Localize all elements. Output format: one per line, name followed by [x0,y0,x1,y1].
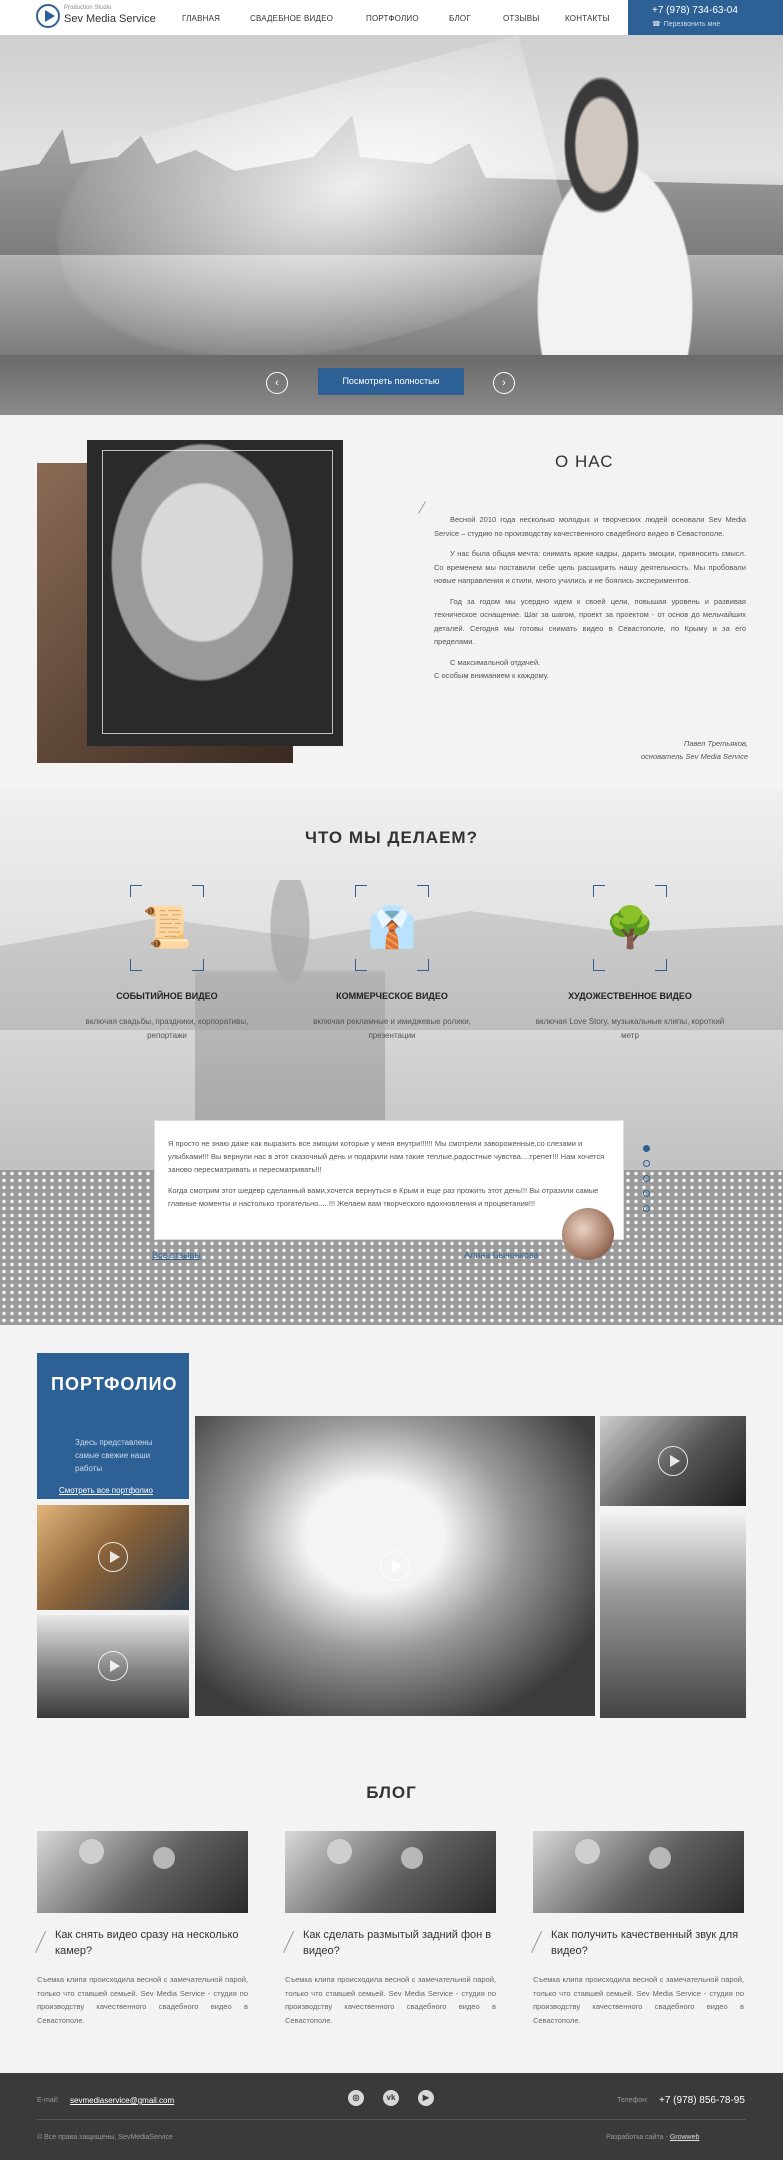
services-section: ЧТО МЫ ДЕЛАЕМ? 📜 СОБЫТИЙНОЕ ВИДЕО включа… [0,790,783,1325]
service-description: включая Love Story, музыкальные клипы, к… [535,1017,725,1040]
nav-blog[interactable]: БЛОГ [449,14,471,23]
review-paragraph: Я просто не знаю даже как выразить все э… [168,1139,605,1174]
about-paragraph: Год за годом мы усердно идем к своей цел… [434,596,746,647]
blog-post-title[interactable]: Как получить качественный звук для видео… [533,1927,744,1959]
review-dot[interactable] [643,1175,650,1182]
copyright: © Все права защищены, SevMediaService [37,2134,173,2141]
portfolio-image[interactable] [600,1511,746,1718]
about-signature: Павел Третьяков, основатель Sev Media Se… [560,737,748,763]
phone-label: Телефон: [617,2097,648,2104]
blog-post[interactable]: Как снять видео сразу на несколько камер… [37,1831,248,2027]
portfolio-video[interactable] [600,1416,746,1506]
watch-full-button[interactable]: Посмотреть полностью [318,368,464,395]
service-event-video: 📜 СОБЫТИЙНОЕ ВИДЕО включая свадьбы, праз… [67,885,267,1043]
services-title: ЧТО МЫ ДЕЛАЕМ? [305,828,478,847]
service-art-video: 🌳 ХУДОЖЕСТВЕННОЕ ВИДЕО включая Love Stor… [530,885,730,1043]
play-icon[interactable] [380,1551,410,1581]
play-icon[interactable] [98,1651,128,1681]
review-text: Я просто не знаю даже как выразить все э… [168,1137,608,1218]
portfolio-section: ПОРТФОЛИО Здесь представлены самые свежи… [0,1325,783,1753]
blog-post[interactable]: Как сделать размытый задний фон в видео?… [285,1831,496,2027]
review-avatar [562,1208,614,1260]
blog-post-excerpt: Съемка клипа происходила весной с замеча… [285,1975,496,2025]
about-photo [87,440,343,746]
header-phone[interactable]: +7 (978) 734-63-04 [652,5,738,16]
nav-wedding-video[interactable]: СВАДЕБНОЕ ВИДЕО [250,14,333,23]
all-reviews-link[interactable]: Все отзывы [152,1250,201,1260]
service-description: включая свадьбы, праздники, корпоративы,… [85,1017,249,1040]
blog-post-title[interactable]: Как сделать размытый задний фон в видео? [285,1927,496,1959]
nav-home[interactable]: ГЛАВНАЯ [182,14,220,23]
service-title: ХУДОЖЕСТВЕННОЕ ВИДЕО [568,991,692,1001]
review-author: Алина Быченкова [464,1250,539,1260]
review-dot[interactable] [643,1160,650,1167]
nav-contacts[interactable]: КОНТАКТЫ [565,14,610,23]
blog-post[interactable]: Как получить качественный звук для видео… [533,1831,744,2027]
footer-email[interactable]: sevmediaservice@gmail.com [70,2096,174,2105]
service-description: включая рекламные и имиджевые ролики, пр… [313,1017,471,1040]
service-title: СОБЫТИЙНОЕ ВИДЕО [116,991,218,1001]
portfolio-video[interactable] [37,1505,189,1610]
vk-icon[interactable]: vk [383,2090,399,2106]
tie-icon: 👔 [355,885,429,971]
email-label: E-mail: [37,2097,59,2104]
service-title: КОММЕРЧЕСКОЕ ВИДЕО [336,991,448,1001]
quote-dash [418,501,426,514]
blog-post-image[interactable] [285,1831,496,1913]
portfolio-video[interactable] [195,1416,595,1716]
about-section: О НАС Весной 2010 года несколько молодых… [0,415,783,790]
about-paragraph: Весной 2010 года несколько молодых и тво… [434,515,746,538]
logo-tagline: Production Studio [64,5,112,11]
blog-post-excerpt: Съемка клипа происходила весной с замеча… [37,1975,248,2025]
scroll-icon: 📜 [130,885,204,971]
nav-reviews[interactable]: ОТЗЫВЫ [503,14,540,23]
site-header: Production Studio Sev Media Service ГЛАВ… [0,0,783,35]
footer-divider [37,2119,746,2120]
about-paragraph: С максимальной отдачей. С особым внимани… [434,657,549,681]
logo[interactable]: Production Studio Sev Media Service [36,4,156,30]
blog-post-excerpt: Съемка клипа происходила весной с замеча… [533,1975,744,2025]
blog-section: БЛОГ Как снять видео сразу на несколько … [0,1753,783,2073]
developer-credit: Разработка сайта - Growweb [606,2134,699,2141]
review-card: Я просто не знаю даже как выразить все э… [154,1120,624,1240]
footer-phone[interactable]: +7 (978) 856-78-95 [659,2095,745,2106]
blog-post-title[interactable]: Как снять видео сразу на несколько камер… [37,1927,248,1959]
all-portfolio-link[interactable]: Смотреть все портфолио [59,1486,153,1495]
review-paragraph: Когда смотрим этот шедевр сделанный вами… [168,1186,599,1208]
nav-portfolio[interactable]: ПОРТФОЛИО [366,14,419,23]
developer-link[interactable]: Growweb [670,2134,700,2141]
signature-name: Павел Третьяков, [683,739,748,748]
service-commercial-video: 👔 КОММЕРЧЕСКОЕ ВИДЕО включая рекламные и… [292,885,492,1043]
portfolio-description: Здесь представлены самые свежие наши раб… [75,1438,153,1473]
review-dot[interactable] [643,1190,650,1197]
review-dot[interactable] [643,1205,650,1212]
blog-post-image[interactable] [37,1831,248,1913]
photo-frame [102,450,333,734]
portfolio-intro: ПОРТФОЛИО Здесь представлены самые свежи… [37,1353,189,1499]
portfolio-video[interactable] [37,1615,189,1718]
review-pagination [643,1145,650,1220]
play-logo-icon [36,4,60,28]
instagram-icon[interactable]: ◎ [348,2090,364,2106]
about-paragraph: У нас была общая мечта: снимать яркие ка… [434,549,746,585]
developer-label: Разработка сайта - [606,2134,668,2141]
about-text: Весной 2010 года несколько молодых и тво… [434,513,746,690]
blog-post-image[interactable] [533,1831,744,1913]
phone-block: +7 (978) 734-63-04 Перезвонить мне [628,0,783,35]
review-dot[interactable] [643,1145,650,1152]
slider-next-button[interactable]: › [493,372,515,394]
youtube-icon[interactable]: ▶ [418,2090,434,2106]
play-icon[interactable] [658,1446,688,1476]
callback-link[interactable]: Перезвонить мне [652,20,720,28]
site-footer: E-mail: sevmediaservice@gmail.com ◎ vk ▶… [0,2073,783,2160]
about-title: О НАС [555,452,614,471]
logo-text: Sev Media Service [64,13,156,25]
slider-prev-button[interactable]: ‹ [266,372,288,394]
play-icon[interactable] [98,1542,128,1572]
tree-icon: 🌳 [593,885,667,971]
hero-slider: ‹ Посмотреть полностью › [0,35,783,415]
blog-title: БЛОГ [366,1783,417,1802]
portfolio-title: ПОРТФОЛИО [51,1374,178,1394]
signature-role: основатель Sev Media Service [640,752,748,761]
